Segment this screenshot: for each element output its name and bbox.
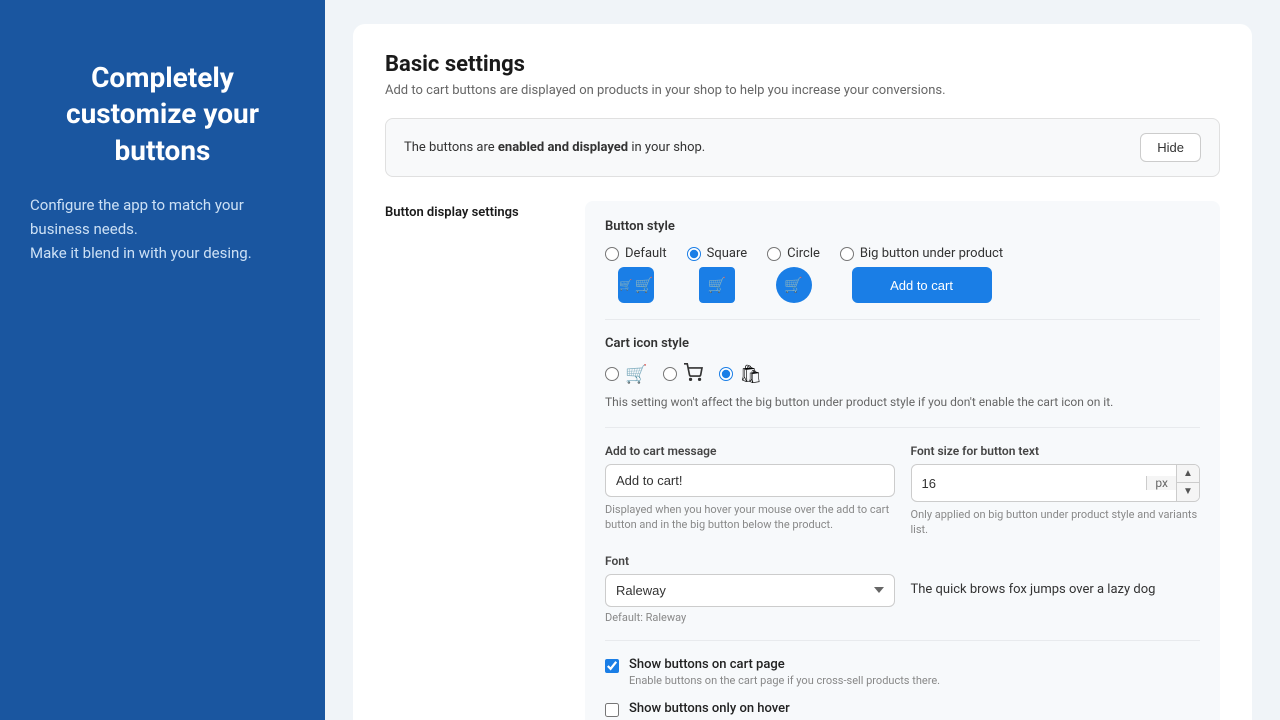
cb-label-cart-page: Show buttons on cart page [629,657,940,672]
font-preview: The quick brows fox jumps over a lazy do… [911,574,1201,597]
radio-icon3[interactable] [719,367,733,381]
style-option-square: Square 🛒 [687,246,748,303]
font-row: Font Raleway Arial Roboto Open Sans Defa… [605,554,1200,624]
button-style-title: Button style [605,219,1200,234]
settings-row: Button display settings Button style Def… [385,201,1220,720]
checkbox-item-cart-page: Show buttons on cart page Enable buttons… [605,657,1200,687]
font-select-wrap: Raleway Arial Roboto Open Sans Default: … [605,574,1200,624]
checkbox-item-hover: Show buttons only on hover The buttons w… [605,701,1200,720]
settings-section-label: Button display settings [385,201,585,220]
svg-text:🛒: 🛒 [620,278,633,291]
font-size-label: Font size for button text [911,444,1201,458]
checkbox-cart-page[interactable] [605,659,619,673]
left-panel-description: Configure the app to match your business… [30,193,295,265]
cart-icon-label-3: 🛍 [739,364,762,385]
button-style-options: Default 🛒 🛒 Square 🛒 [605,246,1200,303]
cart-icon-title: Cart icon style [605,336,1200,351]
add-to-cart-label: Add to cart message [605,444,895,458]
cart-icon-option-1: 🛒 [605,364,647,385]
checkbox-hover-only[interactable] [605,703,619,717]
cart-icon-option-2 [663,363,703,385]
hide-button[interactable]: Hide [1140,133,1201,162]
page-title: Basic settings [385,52,1220,77]
style-option-default: Default 🛒 🛒 [605,246,667,303]
settings-content: Button style Default 🛒 🛒 [585,201,1220,720]
font-size-down[interactable]: ▼ [1177,483,1199,501]
cart-icon-options: 🛒 🛍 [605,363,1200,385]
style-option-big: Big button under product Add to cart [840,246,1003,303]
cart-icon-hint: This setting won't affect the big button… [605,393,1200,411]
status-bold: enabled and displayed [498,140,628,155]
radio-default[interactable] [605,247,619,261]
form-grid: Add to cart message Displayed when you h… [605,444,1200,538]
status-banner: The buttons are enabled and displayed in… [385,118,1220,177]
preview-square-btn: 🛒 [699,267,735,303]
page-subtitle: Add to cart buttons are displayed on pro… [385,83,1220,98]
preview-big-btn: Add to cart [852,267,992,303]
label-circle: Circle [787,246,820,261]
font-select-col: Raleway Arial Roboto Open Sans Default: … [605,574,895,624]
left-panel: Completely customize your buttons Config… [0,0,325,720]
font-size-up[interactable]: ▲ [1177,465,1199,483]
cart-icon-label-2 [683,363,703,385]
cb-label-hover: Show buttons only on hover [629,701,961,716]
cb-hint-cart-page: Enable buttons on the cart page if you c… [629,674,940,687]
font-size-input[interactable] [912,468,1147,499]
add-to-cart-input[interactable] [605,464,895,497]
checkbox-row: Show buttons on cart page Enable buttons… [605,657,1200,720]
settings-card: Basic settings Add to cart buttons are d… [353,24,1252,720]
font-size-stepper: ▲ ▼ [1176,465,1199,501]
radio-circle[interactable] [767,247,781,261]
left-panel-headline: Completely customize your buttons [30,60,295,169]
font-default-hint: Default: Raleway [605,611,895,624]
status-text: The buttons are enabled and displayed in… [404,140,705,155]
px-unit: px [1146,476,1176,490]
label-default: Default [625,246,667,261]
font-size-hint: Only applied on big button under product… [911,507,1201,538]
add-to-cart-message-group: Add to cart message Displayed when you h… [605,444,895,538]
preview-circle-btn: 🛒 [776,267,812,303]
font-size-group: Font size for button text px ▲ ▼ Only ap… [911,444,1201,538]
font-select[interactable]: Raleway Arial Roboto Open Sans [605,574,895,607]
radio-big[interactable] [840,247,854,261]
preview-default-btn: 🛒 🛒 [618,267,654,303]
cart-icon-option-3: 🛍 [719,364,762,385]
add-to-cart-hint: Displayed when you hover your mouse over… [605,502,895,533]
font-label: Font [605,554,1200,568]
style-option-circle: Circle 🛒 [767,246,820,303]
radio-icon1[interactable] [605,367,619,381]
label-square: Square [707,246,748,261]
radio-icon2[interactable] [663,367,677,381]
font-size-input-wrap: px ▲ ▼ [911,464,1201,502]
label-big: Big button under product [860,246,1003,261]
right-panel: Basic settings Add to cart buttons are d… [325,0,1280,720]
cart-icon-label-1: 🛒 [625,364,647,385]
radio-square[interactable] [687,247,701,261]
